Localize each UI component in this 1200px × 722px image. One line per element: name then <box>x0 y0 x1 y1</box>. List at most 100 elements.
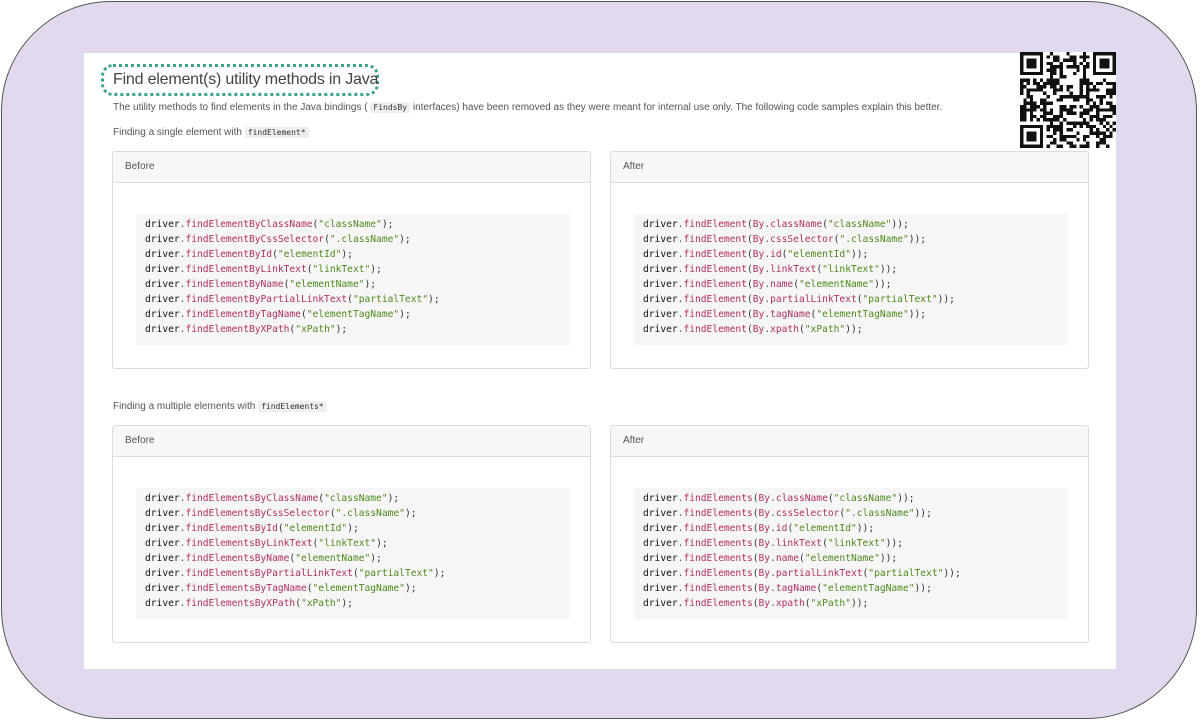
code-object: driver <box>643 324 678 335</box>
code-by-class: By <box>752 264 765 275</box>
code-punc: ); <box>399 234 411 245</box>
code-punc: )); <box>937 294 955 305</box>
code-object: driver <box>643 309 678 320</box>
code-punc: ); <box>433 568 446 579</box>
code-object: driver <box>145 309 180 320</box>
code-by-method: name <box>775 553 799 564</box>
code-string: "partialText" <box>868 568 944 579</box>
code-method: findElementByXPath <box>185 324 290 335</box>
code-card-before-single: Before driver.findElementByClassName("cl… <box>112 151 591 369</box>
code-method: findElementsByPartialLinkText <box>185 568 353 579</box>
code-method: findElementByClassName <box>185 219 313 230</box>
code-punc: ); <box>364 279 377 290</box>
code-by-class: By <box>758 523 771 534</box>
code-method: findElementsByTagName <box>185 583 307 594</box>
code-line: driver.findElement(By.className("classNa… <box>643 217 1068 232</box>
code-object: driver <box>643 219 678 230</box>
section-heading-code: findElement* <box>244 127 309 138</box>
code-method: findElements <box>683 598 753 609</box>
code-punc: ); <box>341 598 353 609</box>
code-string: "elementTagName" <box>816 309 909 320</box>
code-by-method: id <box>775 523 788 534</box>
code-by-method: className <box>775 493 828 504</box>
code-method: findElementByLinkText <box>185 264 307 275</box>
code-block: driver.findElements(By.className("classN… <box>634 488 1068 619</box>
code-by-method: partialLinkText <box>775 568 863 579</box>
code-by-class: By <box>758 493 771 504</box>
code-string: "elementId" <box>793 523 857 534</box>
code-string: "xPath" <box>295 324 336 335</box>
card-header: Before <box>113 152 590 183</box>
code-object: driver <box>643 294 678 305</box>
code-string: "elementId" <box>283 523 348 534</box>
code-method: findElement <box>683 264 747 275</box>
code-string: "xPath" <box>804 324 846 335</box>
section-heading-text: Finding a single element with <box>113 127 242 138</box>
code-object: driver <box>145 279 180 290</box>
code-object: driver <box>145 523 180 534</box>
code-by-class: By <box>758 568 771 579</box>
code-line: driver.findElementsByLinkText("linkText"… <box>145 536 570 551</box>
code-by-method: id <box>770 249 782 260</box>
code-by-method: cssSelector <box>775 508 840 519</box>
code-line: driver.findElement(By.tagName("elementTa… <box>643 307 1068 322</box>
code-card-after-multiple: After driver.findElements(By.className("… <box>610 425 1089 643</box>
code-punc: ); <box>347 523 359 534</box>
code-line: driver.findElementByCssSelector(".classN… <box>145 232 570 247</box>
code-punc: ); <box>370 264 382 275</box>
code-by-method: cssSelector <box>770 234 834 245</box>
intro-inline-code: FindsBy <box>370 102 411 113</box>
code-line: driver.findElementByPartialLinkText("par… <box>145 292 570 307</box>
code-string: ".className" <box>335 508 405 519</box>
code-punc: ); <box>335 324 348 335</box>
code-card-before-multiple: Before driver.findElementsByClassName("c… <box>112 425 591 643</box>
code-punc: )); <box>845 324 863 335</box>
code-by-method: tagName <box>775 583 817 594</box>
code-by-method: tagName <box>770 309 811 320</box>
code-string: "linkText" <box>822 264 880 275</box>
code-line: driver.findElement(By.partialLinkText("p… <box>643 292 1068 307</box>
intro-paragraph: The utility methods to find elements in … <box>113 101 942 115</box>
code-line: driver.findElementsByCssSelector(".class… <box>145 506 570 521</box>
code-method: findElements <box>683 508 753 519</box>
code-by-method: xpath <box>770 324 799 335</box>
code-punc: )); <box>891 219 909 230</box>
code-method: findElement <box>683 249 747 260</box>
card-header: Before <box>113 426 590 457</box>
code-object: driver <box>643 538 678 549</box>
code-object: driver <box>145 294 180 305</box>
code-line: driver.findElements(By.xpath("xPath")); <box>643 596 1068 611</box>
code-method: findElementByTagName <box>185 309 301 320</box>
code-method: findElement <box>683 234 747 245</box>
code-string: "xPath" <box>810 598 851 609</box>
code-by-class: By <box>758 538 771 549</box>
code-method: findElement <box>683 294 747 305</box>
section-heading-single: Finding a single element with findElemen… <box>113 126 309 140</box>
code-object: driver <box>643 493 678 504</box>
code-object: driver <box>145 324 180 335</box>
code-line: driver.findElementsByClassName("classNam… <box>145 491 570 506</box>
intro-text-before: The utility methods to find elements in … <box>113 102 368 113</box>
code-by-class: By <box>752 219 765 230</box>
code-by-class: By <box>758 553 771 564</box>
code-block: driver.findElement(By.className("classNa… <box>634 214 1068 345</box>
code-object: driver <box>643 523 678 534</box>
code-block: driver.findElementsByClassName("classNam… <box>136 488 570 619</box>
code-method: findElements <box>683 583 753 594</box>
code-by-class: By <box>752 234 765 245</box>
code-line: driver.findElementByXPath("xPath"); <box>145 322 570 337</box>
code-line: driver.findElement(By.id("elementId")); <box>643 247 1068 262</box>
qr-code-icon <box>1020 52 1116 148</box>
code-method: findElements <box>683 568 753 579</box>
code-punc: )); <box>879 264 898 275</box>
code-string: ".className" <box>845 508 915 519</box>
code-object: driver <box>145 538 180 549</box>
code-method: findElementsById <box>185 523 278 534</box>
code-punc: ); <box>404 583 417 594</box>
code-string: "linkText" <box>827 538 886 549</box>
code-line: driver.findElementsByTagName("elementTag… <box>145 581 570 596</box>
code-object: driver <box>643 568 678 579</box>
code-line: driver.findElement(By.cssSelector(".clas… <box>643 232 1068 247</box>
code-method: findElementsByLinkText <box>185 538 313 549</box>
code-by-class: By <box>758 598 771 609</box>
